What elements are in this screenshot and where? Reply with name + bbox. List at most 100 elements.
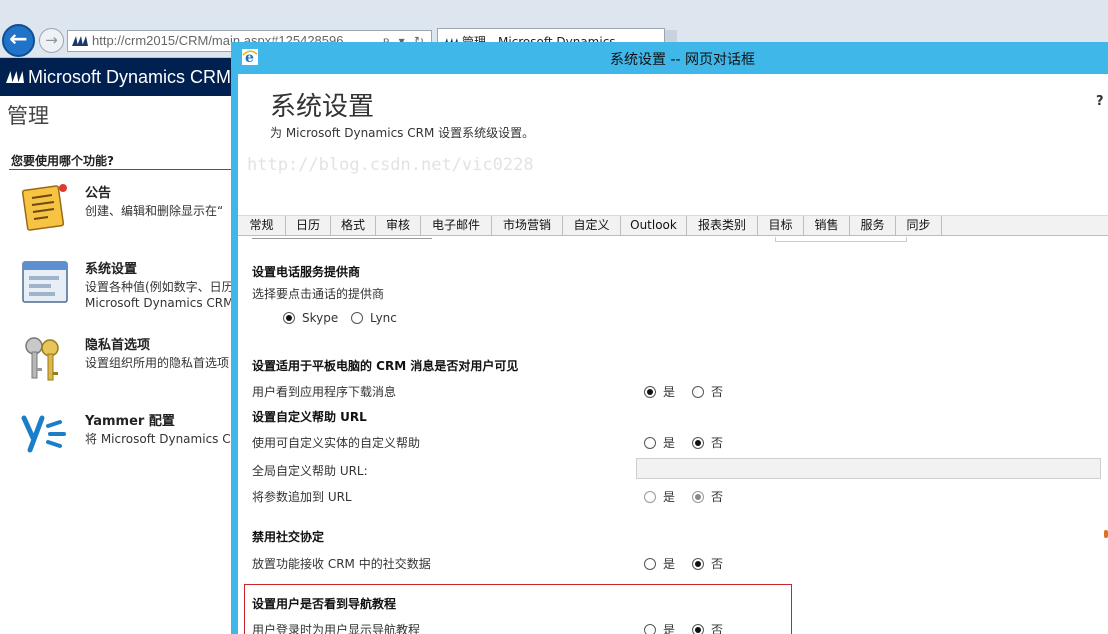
- dialog-body: 系统设置 为 Microsoft Dynamics CRM 设置系统级设置。 ?…: [238, 74, 1108, 634]
- radio-tablet-yes[interactable]: 是: [644, 383, 675, 400]
- radio-label: 否: [711, 436, 724, 450]
- settings-content: 设置电话服务提供商 选择要点击通话的提供商 Skype Lync 设置适用于平板…: [238, 237, 1108, 634]
- radio-append-params-no[interactable]: 否: [692, 488, 723, 505]
- radio-selected-icon: [644, 385, 656, 398]
- edge-accent: [1104, 530, 1108, 538]
- dialog-titlebar[interactable]: e 系统设置 -- 网页对话框: [238, 42, 1108, 74]
- radio-label: 否: [711, 623, 724, 634]
- forward-button[interactable]: →: [39, 28, 64, 53]
- tab-email[interactable]: 电子邮件: [421, 216, 492, 236]
- radio-unselected-icon: [692, 385, 704, 398]
- radio-unselected-icon: [351, 312, 363, 324]
- tab-auditing[interactable]: 审核: [376, 216, 421, 236]
- radio-selected-icon: [283, 312, 295, 324]
- scrolled-field-remnant: [775, 237, 907, 242]
- section-title-social: 禁用社交协定: [252, 530, 325, 544]
- tab-reporting[interactable]: 报表类别: [687, 216, 758, 236]
- radio-label: 是: [663, 623, 676, 634]
- radio-label: 是: [663, 557, 676, 571]
- yammer-icon: [21, 415, 66, 453]
- page-title: 系统设置: [270, 92, 375, 122]
- tab-customization[interactable]: 自定义: [563, 216, 621, 236]
- keys-icon: [25, 337, 59, 381]
- row-label-tablet: 用户看到应用程序下载消息: [252, 385, 397, 399]
- tab-general[interactable]: 常规: [238, 216, 286, 236]
- crm-item-desc: 设置各种值(例如数字、日历 Microsoft Dynamics CRM: [85, 279, 235, 311]
- crm-item-title: Yammer 配置: [85, 414, 175, 429]
- radio-custom-help-yes[interactable]: 是: [644, 434, 675, 451]
- global-help-url-field[interactable]: [636, 458, 1101, 479]
- back-button[interactable]: ←: [2, 24, 35, 57]
- help-button[interactable]: ?: [1096, 94, 1104, 109]
- settings-window-icon: [22, 261, 68, 303]
- divider: [9, 169, 231, 170]
- radio-label: 否: [711, 557, 724, 571]
- arrow-right-icon: →: [45, 31, 58, 49]
- section-title-nav-tour: 设置用户是否看到导航教程: [252, 597, 397, 611]
- radio-unselected-icon: [644, 436, 656, 449]
- tab-synchronization[interactable]: 同步: [896, 216, 942, 236]
- radio-custom-help-no[interactable]: 否: [692, 434, 723, 451]
- settings-tabs: 常规 日历 格式 审核 电子邮件 市场营销 自定义 Outlook 报表类别 目…: [238, 215, 1108, 236]
- radio-social-no[interactable]: 否: [692, 555, 723, 572]
- radio-selected-icon: [692, 557, 704, 570]
- dynamics-logo-icon: [72, 36, 88, 46]
- row-label-custom-help-entities: 使用可自定义实体的自定义帮助: [252, 436, 421, 450]
- radio-skype[interactable]: Skype: [283, 311, 338, 325]
- tab-service[interactable]: 服务: [850, 216, 896, 236]
- radio-selected-icon: [692, 623, 704, 634]
- radio-label: 是: [663, 490, 676, 504]
- dialog-window-title: 系统设置 -- 网页对话框: [610, 52, 756, 68]
- radio-append-params-yes[interactable]: 是: [644, 488, 675, 505]
- crm-item-desc-line1: 设置各种值(例如数字、日历: [85, 280, 234, 294]
- radio-label: 是: [663, 436, 676, 450]
- radio-label: Lync: [370, 311, 397, 325]
- radio-nav-tour-yes[interactable]: 是: [644, 621, 675, 634]
- tab-formats[interactable]: 格式: [331, 216, 376, 236]
- crm-item-title: 公告: [85, 186, 112, 201]
- section-title-tablet: 设置适用于平板电脑的 CRM 消息是否对用户可见: [252, 359, 519, 373]
- radio-label: Skype: [302, 311, 339, 325]
- page-subtitle: 为 Microsoft Dynamics CRM 设置系统级设置。: [270, 126, 535, 140]
- radio-unselected-icon: [644, 623, 656, 634]
- crm-item-desc: 设置组织所用的隐私首选项: [85, 356, 230, 370]
- tab-outlook[interactable]: Outlook: [621, 216, 687, 236]
- crm-item-announcements[interactable]: 公告 创建、编辑和删除显示在“: [20, 182, 240, 246]
- tab-sales[interactable]: 销售: [804, 216, 850, 236]
- row-label-append-params: 将参数追加到 URL: [252, 490, 352, 504]
- radio-lync[interactable]: Lync: [351, 311, 397, 325]
- radio-tablet-no[interactable]: 否: [692, 383, 723, 400]
- crm-navbar: Microsoft Dynamics CRM: [0, 58, 240, 96]
- crm-section-question: 您要使用哪个功能?: [11, 154, 114, 168]
- radio-selected-icon: [692, 490, 704, 503]
- crm-item-privacy[interactable]: 隐私首选项 设置组织所用的隐私首选项: [20, 334, 240, 398]
- system-settings-dialog: e 系统设置 -- 网页对话框 系统设置 为 Microsoft Dynamic…: [231, 42, 1108, 634]
- radio-unselected-icon: [644, 490, 656, 503]
- tab-marketing[interactable]: 市场营销: [492, 216, 563, 236]
- section-title-phone: 设置电话服务提供商: [252, 265, 361, 279]
- scrolled-row-remnant: [252, 237, 552, 242]
- crm-item-system-settings[interactable]: 系统设置 设置各种值(例如数字、日历 Microsoft Dynamics CR…: [20, 258, 240, 322]
- section-title-custom-help: 设置自定义帮助 URL: [252, 410, 367, 424]
- crm-item-title: 系统设置: [85, 262, 138, 277]
- tab-calendar[interactable]: 日历: [286, 216, 331, 236]
- notepad-icon: [21, 184, 67, 231]
- tab-goals[interactable]: 目标: [758, 216, 804, 236]
- crm-page-title: 管理: [7, 104, 49, 128]
- crm-item-desc: 创建、编辑和删除显示在“: [85, 204, 224, 218]
- crm-item-desc-line2: Microsoft Dynamics CRM: [85, 296, 234, 310]
- crm-item-desc: 将 Microsoft Dynamics CR: [85, 432, 235, 446]
- radio-unselected-icon: [644, 557, 656, 570]
- radio-nav-tour-no[interactable]: 否: [692, 621, 723, 634]
- crm-app-title[interactable]: Microsoft Dynamics CRM: [28, 67, 231, 87]
- row-label-social: 放置功能接收 CRM 中的社交数据: [252, 557, 431, 571]
- crm-item-yammer[interactable]: Yammer 配置 将 Microsoft Dynamics CR: [20, 410, 240, 474]
- radio-label: 是: [663, 385, 676, 399]
- row-label-nav-tour: 用户登录时为用户显示导航教程: [252, 623, 421, 634]
- internet-explorer-icon: e: [242, 49, 258, 65]
- crm-item-title: 隐私首选项: [85, 338, 151, 353]
- radio-selected-icon: [692, 436, 704, 449]
- radio-label: 否: [711, 385, 724, 399]
- row-label-global-help-url: 全局自定义帮助 URL:: [252, 464, 368, 478]
- radio-social-yes[interactable]: 是: [644, 555, 675, 572]
